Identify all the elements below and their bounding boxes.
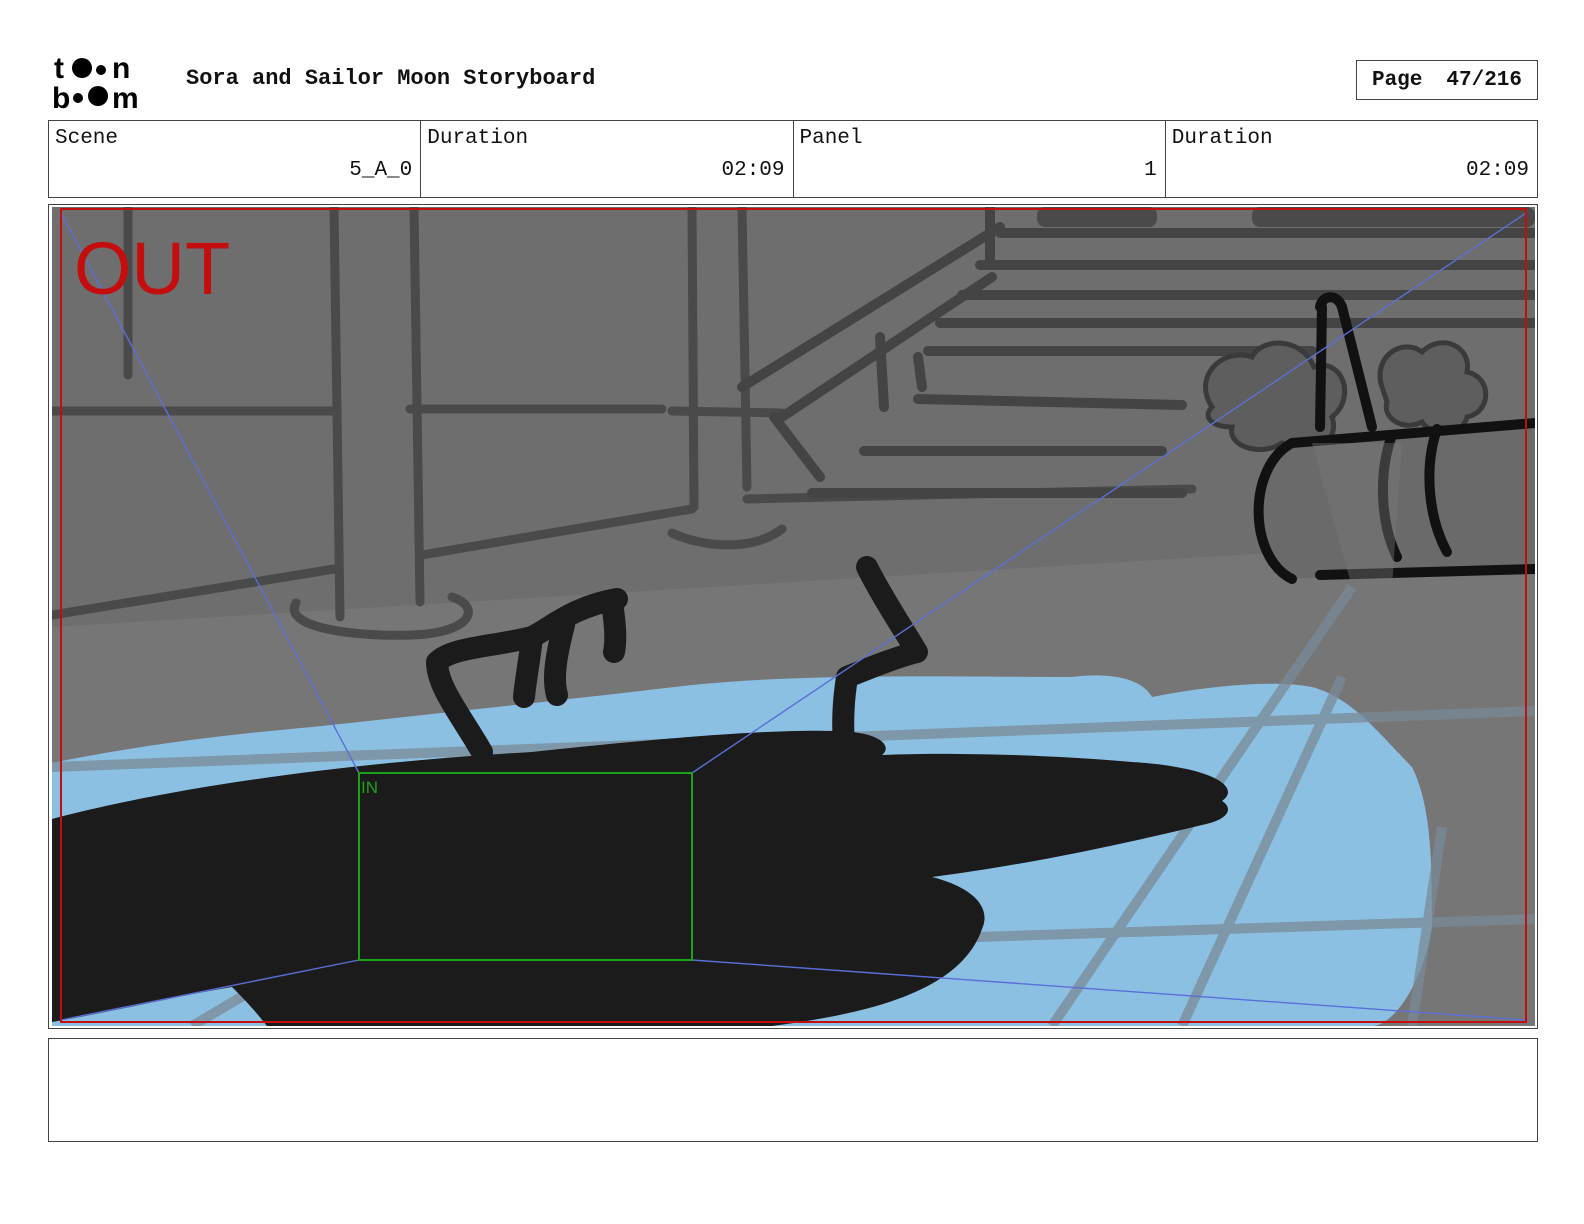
in-frame-label: IN	[361, 778, 378, 797]
scene-cell: Scene 5_A_0	[49, 121, 422, 197]
page-label: Page	[1371, 68, 1423, 92]
toon-boom-logo: t n b m	[52, 52, 139, 112]
document-title: Sora and Sailor Moon Storyboard	[186, 66, 596, 91]
panel-cell: Panel 1	[794, 121, 1166, 197]
page-number: 47/216	[1446, 68, 1523, 92]
panel-duration-value: 02:09	[1465, 159, 1529, 182]
panel-value: 1	[1144, 159, 1157, 182]
scene-duration-cell: Duration 02:09	[421, 121, 794, 197]
scene-value: 5_A_0	[349, 159, 413, 182]
out-frame-label: OUT	[74, 227, 231, 310]
panel-duration-label: Duration	[1171, 127, 1273, 150]
panel-notes-box	[48, 1038, 1538, 1142]
svg-text:b: b	[52, 82, 70, 112]
svg-text:n: n	[112, 52, 130, 85]
panel-label: Panel	[799, 127, 863, 150]
svg-text:t: t	[54, 52, 64, 85]
scene-info-table: Scene 5_A_0 Duration 02:09 Panel 1 Durat…	[48, 120, 1538, 198]
svg-text:m: m	[112, 82, 139, 112]
scene-duration-label: Duration	[427, 127, 529, 150]
page-indicator: Page 47/216	[1356, 60, 1538, 100]
storyboard-drawing	[52, 207, 1535, 1026]
scene-label: Scene	[55, 127, 119, 150]
panel-duration-cell: Duration 02:09	[1166, 121, 1537, 197]
scene-duration-value: 02:09	[721, 159, 785, 182]
